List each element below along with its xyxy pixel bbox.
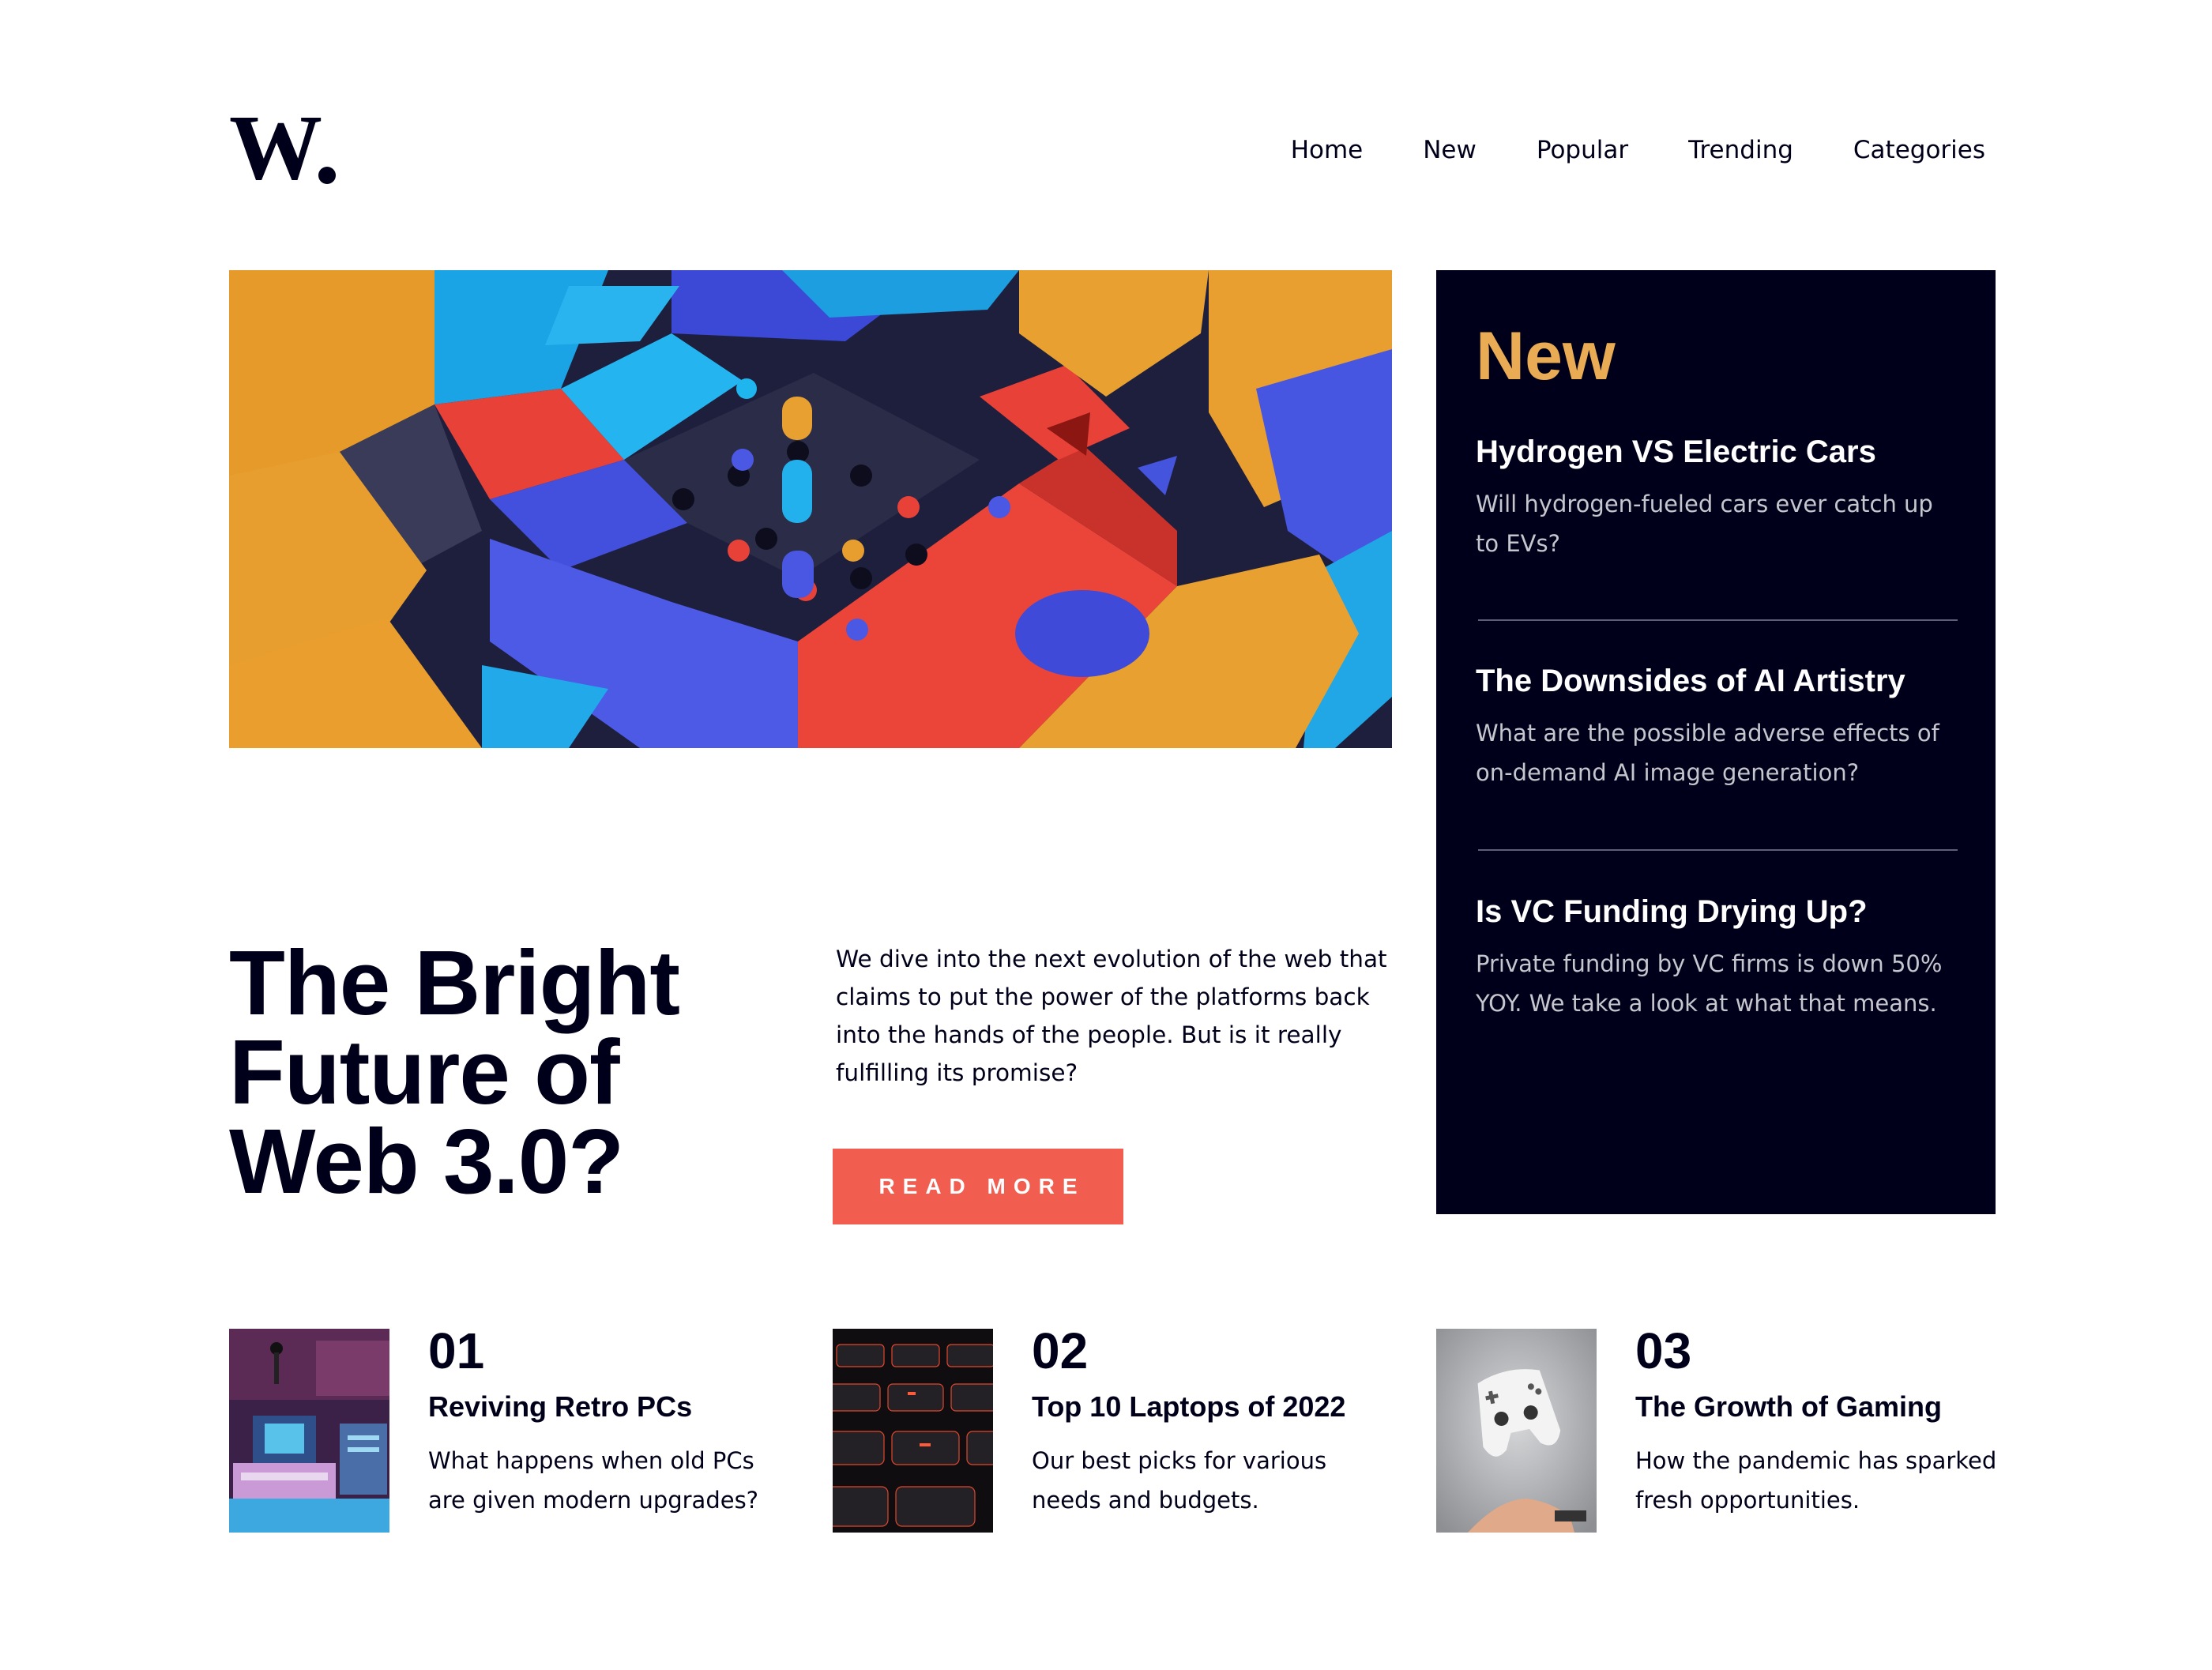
- card-number: 01: [428, 1322, 485, 1379]
- hero-description: We dive into the next evolution of the w…: [836, 946, 1387, 1086]
- keyboard-image: [833, 1329, 993, 1533]
- article-card[interactable]: 03 The Growth of Gaming How the pandemic…: [1436, 1322, 2045, 1534]
- card-description: How the pandemic has sparked fresh oppor…: [1635, 1447, 1997, 1514]
- card-description: Our best picks for various needs and bud…: [1032, 1447, 1327, 1514]
- card-title[interactable]: Top 10 Laptops of 2022: [1032, 1390, 1345, 1424]
- nav-trending[interactable]: Trending: [1688, 136, 1793, 164]
- new-panel-title: New: [1476, 318, 1616, 394]
- new-item-desc: Private funding by VC firms is down 50% …: [1476, 950, 1943, 1017]
- gamepad-image: [1436, 1329, 1597, 1533]
- divider: [1478, 849, 1958, 851]
- nav-popular[interactable]: Popular: [1537, 136, 1628, 164]
- card-number: 02: [1032, 1322, 1089, 1379]
- new-item-title[interactable]: The Downsides of AI Artistry: [1476, 664, 1958, 699]
- new-item-desc: What are the possible adverse effects of…: [1476, 720, 1939, 786]
- nav-home[interactable]: Home: [1291, 136, 1364, 164]
- new-panel: New Hydrogen VS Electric Cars Will hydro…: [1436, 270, 1996, 1214]
- logo-dot: [318, 167, 336, 184]
- logo-letter: W: [229, 112, 322, 188]
- logo[interactable]: W: [229, 112, 336, 188]
- new-item[interactable]: Is VC Funding Drying Up? Private funding…: [1476, 894, 1958, 1023]
- main-nav: Home New Popular Trending Categories: [1291, 136, 1985, 164]
- card-title[interactable]: Reviving Retro PCs: [428, 1390, 692, 1424]
- new-item-desc: Will hydrogen-fueled cars ever catch up …: [1476, 491, 1933, 557]
- new-item-title[interactable]: Hydrogen VS Electric Cars: [1476, 434, 1958, 470]
- card-description: What happens when old PCs are given mode…: [428, 1447, 759, 1514]
- read-more-button[interactable]: READ MORE: [833, 1149, 1123, 1224]
- hero-image: [229, 270, 1392, 748]
- new-item[interactable]: Hydrogen VS Electric Cars Will hydrogen-…: [1476, 434, 1958, 563]
- article-card[interactable]: 02 Top 10 Laptops of 2022 Our best picks…: [833, 1322, 1441, 1534]
- hero-title: The Bright Future of Web 3.0?: [229, 931, 680, 1213]
- retro-pcs-image: [229, 1329, 389, 1533]
- nav-categories[interactable]: Categories: [1853, 136, 1985, 164]
- nav-new[interactable]: New: [1423, 136, 1477, 164]
- card-title[interactable]: The Growth of Gaming: [1635, 1390, 1942, 1424]
- article-card[interactable]: 01 Reviving Retro PCs What happens when …: [229, 1322, 837, 1534]
- new-item-title[interactable]: Is VC Funding Drying Up?: [1476, 894, 1958, 930]
- card-number: 03: [1635, 1322, 1692, 1379]
- divider: [1478, 619, 1958, 621]
- new-item[interactable]: The Downsides of AI Artistry What are th…: [1476, 664, 1958, 792]
